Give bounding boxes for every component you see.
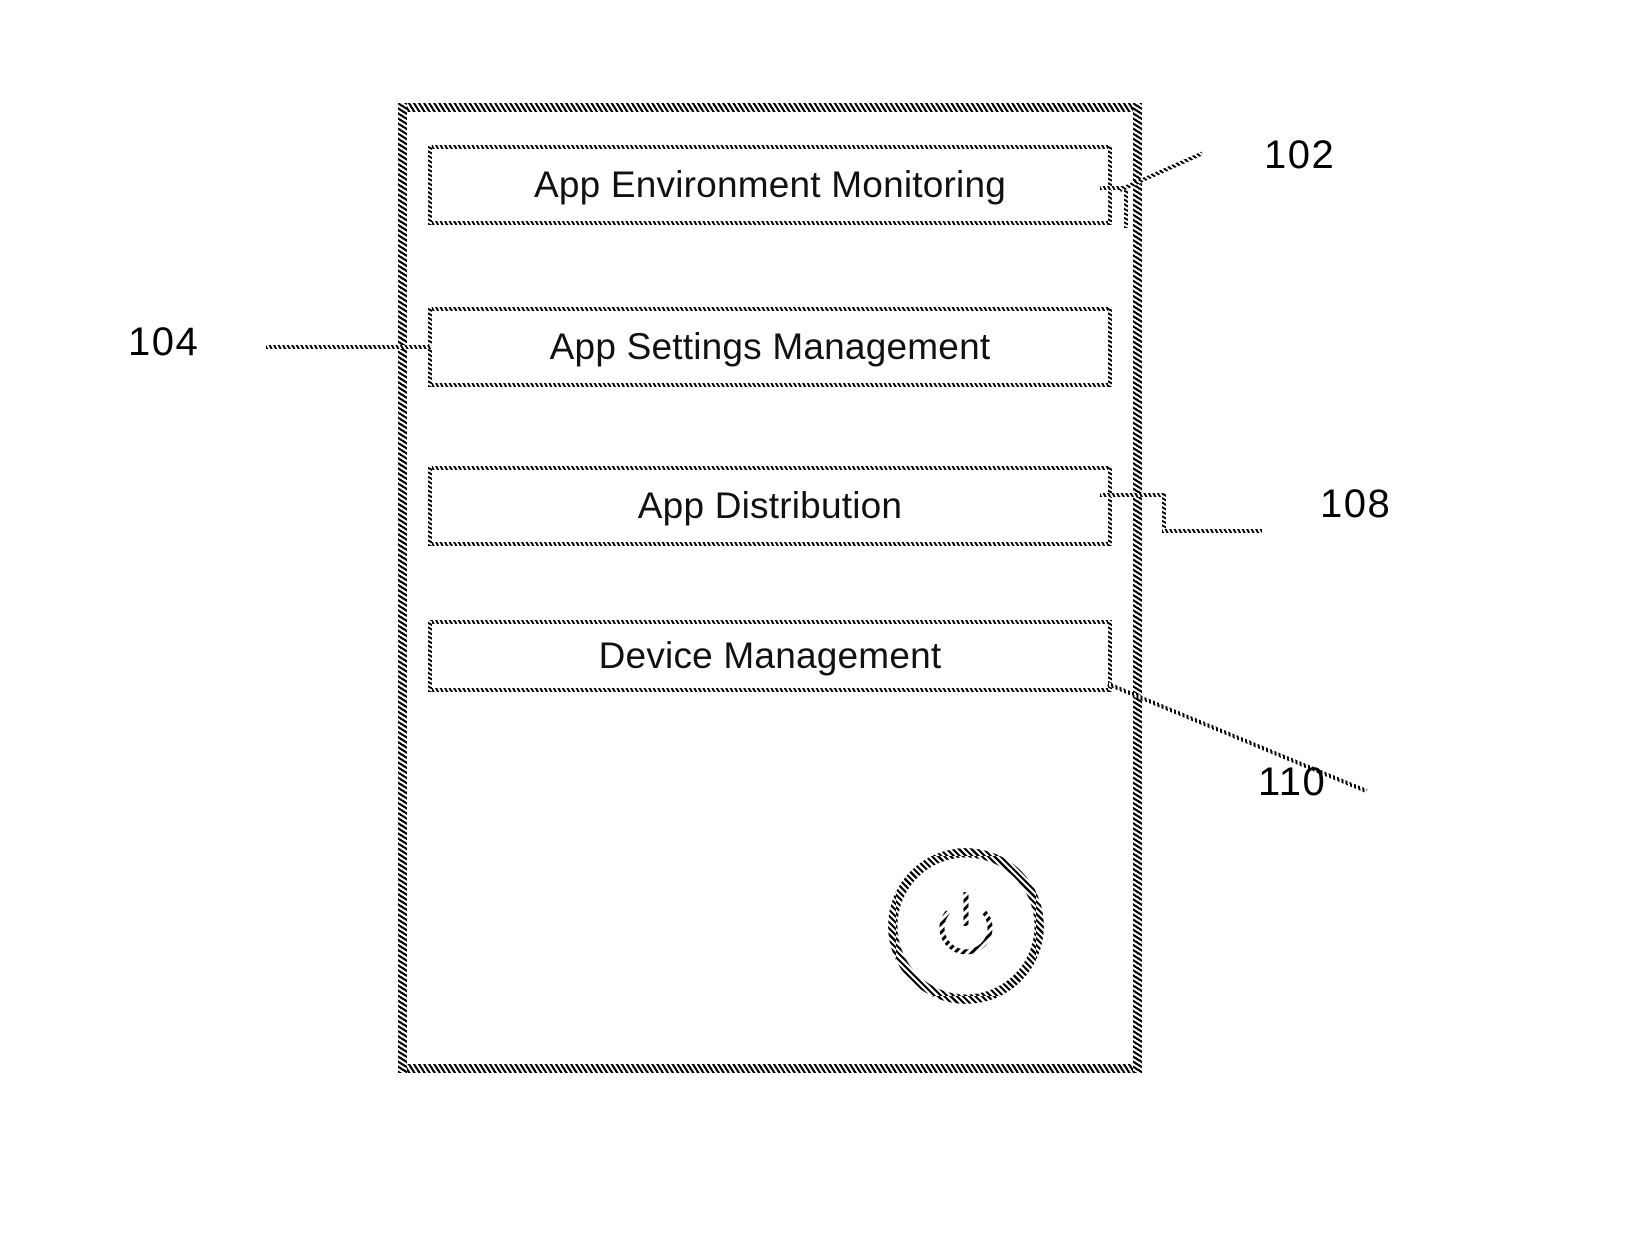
power-button[interactable] bbox=[888, 848, 1044, 1004]
module-label-app-settings-management: App Settings Management bbox=[549, 326, 991, 367]
device-outline-right-edge bbox=[1133, 103, 1142, 1073]
device-outline-top-edge bbox=[398, 103, 1142, 112]
power-icon bbox=[939, 892, 993, 955]
module-label-device-management: Device Management bbox=[598, 635, 942, 676]
module-label-app-distribution: App Distribution bbox=[637, 485, 903, 526]
leader-line-108-vertical bbox=[1162, 493, 1166, 531]
module-label-app-environment-monitoring: App Environment Monitoring bbox=[533, 164, 1007, 205]
leader-line-108-horizontal bbox=[1162, 529, 1262, 533]
module-box-device-management[interactable]: Device Management bbox=[428, 620, 1112, 692]
patent-figure: App Environment Monitoring App Settings … bbox=[0, 0, 1646, 1252]
reference-numeral-104: 104 bbox=[128, 320, 200, 364]
reference-numeral-108: 108 bbox=[1320, 482, 1392, 526]
reference-numeral-102: 102 bbox=[1264, 133, 1336, 177]
module-box-app-settings-management[interactable]: App Settings Management bbox=[428, 307, 1112, 387]
leader-line-102-vertical bbox=[1124, 186, 1128, 228]
reference-numeral-110: 110 bbox=[1258, 760, 1327, 804]
device-outline-bottom-edge bbox=[398, 1064, 1142, 1073]
module-box-app-environment-monitoring[interactable]: App Environment Monitoring bbox=[428, 145, 1112, 225]
leader-line-110-diagonal bbox=[1107, 682, 1368, 793]
leader-line-108-stub bbox=[1100, 493, 1166, 497]
module-box-app-distribution[interactable]: App Distribution bbox=[428, 466, 1112, 546]
device-outline-left-edge bbox=[398, 103, 407, 1073]
leader-line-104 bbox=[266, 345, 432, 349]
